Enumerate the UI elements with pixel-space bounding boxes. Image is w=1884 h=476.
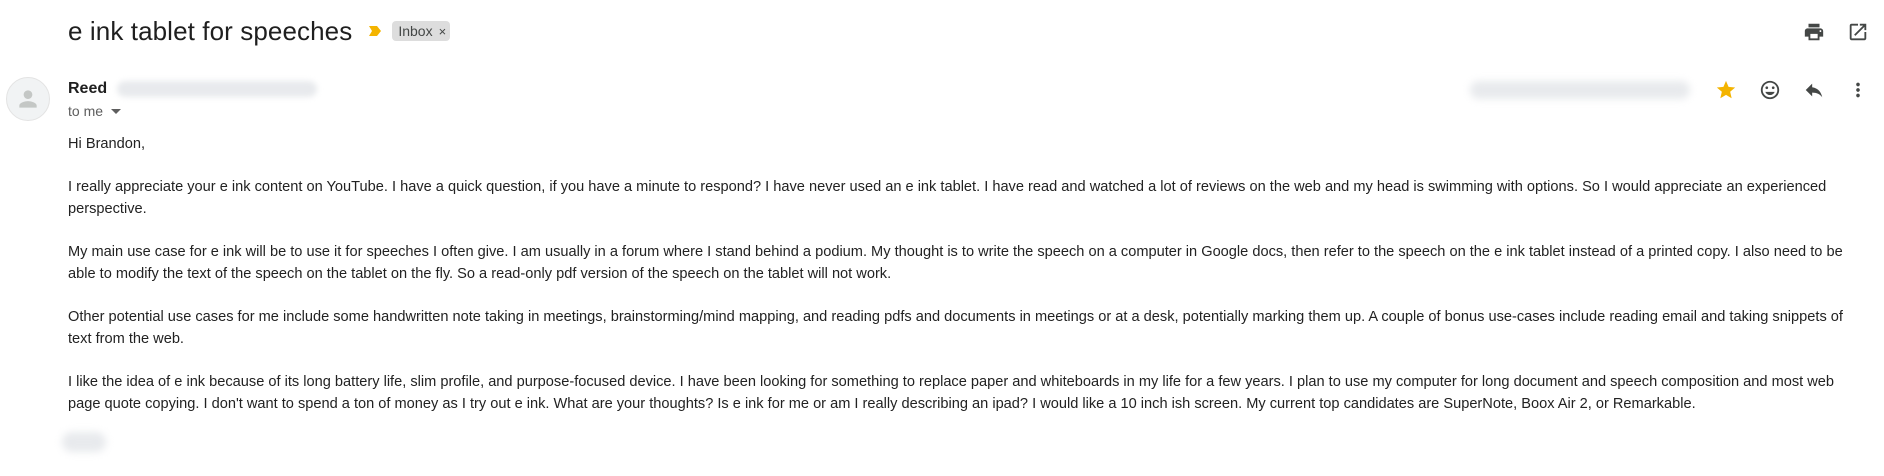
reply-icon: [1805, 83, 1823, 98]
print-icon: [1804, 23, 1824, 41]
body-paragraph: Other potential use cases for me include…: [68, 309, 1843, 347]
show-details-chevron-down-icon[interactable]: [111, 108, 122, 114]
label-name: Inbox: [398, 23, 433, 39]
print-button[interactable]: [1800, 18, 1828, 46]
email-subject: e ink tablet for speeches: [68, 15, 353, 46]
inbox-label-chip: Inbox ×: [392, 21, 451, 41]
more-vert-icon: [1856, 82, 1860, 98]
emoji-reaction-icon: [1760, 80, 1780, 100]
message-actions: [1470, 76, 1872, 104]
sender-email-redacted: [117, 81, 318, 97]
body-paragraph: I like the idea of e ink because of its …: [68, 374, 1835, 412]
message-date-redacted: [1470, 81, 1690, 99]
sender-name[interactable]: Reed: [68, 80, 107, 98]
greeting: Hi Brandon,: [68, 136, 146, 152]
importance-marker-icon[interactable]: [368, 24, 382, 38]
remove-label-button[interactable]: ×: [439, 25, 447, 38]
more-options-button[interactable]: [1844, 76, 1872, 104]
sender-avatar[interactable]: [6, 77, 50, 121]
recipient-text: to me: [68, 103, 104, 119]
signature-redacted: [62, 432, 106, 452]
person-icon: [19, 90, 37, 108]
body-paragraph: My main use case for e ink will be to us…: [68, 244, 1843, 282]
message-body: Hi Brandon, I really appreciate your e i…: [68, 133, 1868, 436]
body-paragraph: I really appreciate your e ink content o…: [68, 179, 1827, 217]
open-in-new-window-button[interactable]: [1844, 18, 1872, 46]
sender-row: Reed: [68, 80, 318, 98]
recipient-row: to me: [68, 103, 122, 119]
add-reaction-button[interactable]: [1756, 76, 1784, 104]
reply-button[interactable]: [1800, 76, 1828, 104]
star-button[interactable]: [1712, 76, 1740, 104]
subject-row: e ink tablet for speeches Inbox ×: [68, 14, 451, 48]
star-icon: [1716, 80, 1736, 99]
open-in-new-window-icon: [1849, 23, 1867, 41]
thread-actions: [1800, 18, 1872, 46]
